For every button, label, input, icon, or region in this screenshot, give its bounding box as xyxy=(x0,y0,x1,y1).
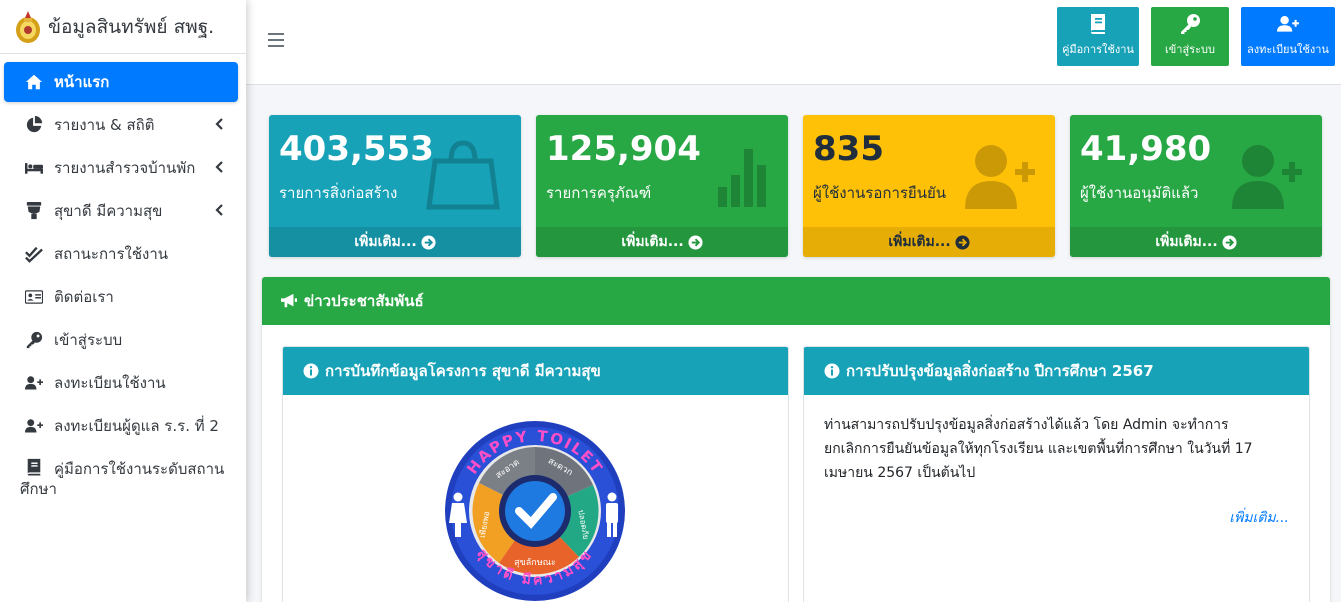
register-button[interactable]: ลงทะเบียนใช้งาน xyxy=(1241,7,1335,66)
stat-value: 41,980 xyxy=(1080,129,1212,169)
stat-box-buildings: 403,553 รายการสิ่งก่อสร้าง เพิ่มเติม... xyxy=(269,115,521,257)
sidebar-item-label: ลงทะเบียนผู้ดูแล ร.ร. ที่ 2 xyxy=(54,417,219,435)
brand[interactable]: ข้อมูลสินทรัพย์ สพฐ. xyxy=(0,0,246,54)
sidebar-item-register[interactable]: ลงทะเบียนใช้งาน xyxy=(4,363,238,403)
happy-toilet-logo[interactable]: HAPPY TOILET สุขาดี มีความสุข สะอาด สะดว… xyxy=(443,419,627,602)
sidebar-item-label: สุขาดี มีความสุข xyxy=(54,202,163,220)
news-card: ข่าวประชาสัมพันธ์ การบันทึกข้อมูลโครงการ… xyxy=(262,277,1330,602)
info-circle-icon xyxy=(303,363,319,379)
panel-header: การบันทึกข้อมูลโครงการ สุขาดี มีความสุข xyxy=(283,347,788,395)
chart-pie-icon xyxy=(24,115,44,135)
register-button-label: ลงทะเบียนใช้งาน xyxy=(1247,43,1329,56)
stat-more-label: เพิ่มเติม... xyxy=(621,234,684,250)
logo-segment-hygiene: สุขลักษณะ xyxy=(514,558,556,568)
sidebar-item-home[interactable]: หน้าแรก xyxy=(4,62,238,102)
key-icon xyxy=(1181,14,1200,34)
stat-box-approved-users: 41,980 ผู้ใช้งานอนุมัติแล้ว เพิ่มเติม... xyxy=(1070,115,1322,257)
sidebar-item-housing-survey[interactable]: รายงานสำรวจบ้านพัก xyxy=(4,148,238,188)
login-button[interactable]: เข้าสู่ระบบ xyxy=(1151,7,1229,66)
sidebar-item-label: ติดต่อเรา xyxy=(54,288,114,306)
chevron-left-icon xyxy=(215,204,223,216)
stat-more-label: เพิ่มเติม... xyxy=(1155,234,1218,250)
stat-label: ผู้ใช้งานอนุมัติแล้ว xyxy=(1080,184,1199,202)
book-icon xyxy=(24,457,44,477)
sidebar-nav: หน้าแรก รายงาน & สถิติ รายงานสำรวจบ้านพั… xyxy=(0,54,246,501)
bullhorn-icon xyxy=(281,293,297,308)
shopping-bag-icon xyxy=(426,140,500,210)
book-icon xyxy=(1091,14,1105,34)
top-header: คู่มือการใช้งาน เข้าสู่ระบบ ลงทะเบียนใช้… xyxy=(246,0,1341,85)
bed-icon xyxy=(24,158,44,178)
home-icon xyxy=(24,72,44,92)
panel-title: การบันทึกข้อมูลโครงการ สุขาดี มีความสุข xyxy=(325,362,601,380)
toilet-icon xyxy=(24,201,44,221)
stat-more-link[interactable]: เพิ่มเติม... xyxy=(1070,227,1322,257)
check-double-icon xyxy=(24,244,44,264)
obec-logo-icon xyxy=(16,10,40,43)
sidebar-item-happy-toilet[interactable]: สุขาดี มีความสุข xyxy=(4,191,238,231)
panel-body-line: ท่านสามารถปรับปรุงข้อมูลสิ่งก่อสร้างได้แ… xyxy=(824,417,1229,433)
key-icon xyxy=(24,330,44,350)
news-panel-building-update: การปรับปรุงข้อมูลสิ่งก่อสร้าง ปีการศึกษา… xyxy=(803,346,1310,602)
sidebar-item-label: รายงาน & สถิติ xyxy=(54,116,155,134)
bar-chart-icon xyxy=(718,149,766,207)
user-plus-icon xyxy=(1232,145,1302,209)
panel-header: การปรับปรุงข้อมูลสิ่งก่อสร้าง ปีการศึกษา… xyxy=(804,347,1309,395)
sidebar-item-register-admin[interactable]: ลงทะเบียนผู้ดูแล ร.ร. ที่ 2 xyxy=(4,406,238,446)
stat-label: รายการครุภัณฑ์ xyxy=(546,184,652,202)
user-plus-icon xyxy=(1277,15,1299,32)
stat-label: ผู้ใช้งานรอการยืนยัน xyxy=(813,184,947,202)
stat-more-link[interactable]: เพิ่มเติม... xyxy=(269,227,521,257)
sidebar-item-label: สถานะการใช้งาน xyxy=(54,245,169,263)
panel-body-line: เมษายน 2567 เป็นต้นไป xyxy=(824,465,976,481)
login-button-label: เข้าสู่ระบบ xyxy=(1165,43,1215,56)
sidebar-item-status[interactable]: สถานะการใช้งาน xyxy=(4,234,238,274)
chevron-left-icon xyxy=(215,118,223,130)
news-title: ข่าวประชาสัมพันธ์ xyxy=(304,292,424,310)
arrow-circle-right-icon xyxy=(421,234,436,250)
panel-body-line: ยกเลิกการยืนยันข้อมูลให้ทุกโรงเรียน และเ… xyxy=(824,441,1253,457)
panel-body: ท่านสามารถปรับปรุงข้อมูลสิ่งก่อสร้างได้แ… xyxy=(804,395,1309,485)
user-plus-icon xyxy=(24,373,44,393)
stat-value: 403,553 xyxy=(279,129,434,169)
manual-button-label: คู่มือการใช้งาน xyxy=(1062,43,1134,56)
arrow-circle-right-icon xyxy=(955,234,970,250)
sidebar-item-label: คู่มือการใช้งานระดับสถาน xyxy=(54,460,225,478)
sidebar-item-login[interactable]: เข้าสู่ระบบ xyxy=(4,320,238,360)
stat-value: 835 xyxy=(813,129,884,169)
sidebar-item-school-manual[interactable]: คู่มือการใช้งานระดับสถาน ศึกษา xyxy=(4,449,238,501)
panel-title: การปรับปรุงข้อมูลสิ่งก่อสร้าง ปีการศึกษา… xyxy=(846,362,1154,380)
stat-box-pending-users: 835 ผู้ใช้งานรอการยืนยัน เพิ่มเติม... xyxy=(803,115,1055,257)
stat-more-label: เพิ่มเติม... xyxy=(354,234,417,250)
manual-button[interactable]: คู่มือการใช้งาน xyxy=(1057,7,1139,66)
sidebar-item-reports[interactable]: รายงาน & สถิติ xyxy=(4,105,238,145)
sidebar-item-label-line2: ศึกษา xyxy=(20,480,57,498)
arrow-circle-right-icon xyxy=(1222,234,1237,250)
stat-value: 125,904 xyxy=(546,129,701,169)
sidebar-item-label: รายงานสำรวจบ้านพัก xyxy=(54,159,196,177)
stat-more-link[interactable]: เพิ่มเติม... xyxy=(803,227,1055,257)
address-card-icon xyxy=(24,287,44,307)
hamburger-menu-icon[interactable] xyxy=(268,33,284,47)
sidebar: ข้อมูลสินทรัพย์ สพฐ. หน้าแรก รายงาน & สถ… xyxy=(0,0,246,602)
news-header: ข่าวประชาสัมพันธ์ xyxy=(262,277,1330,325)
sidebar-item-label: เข้าสู่ระบบ xyxy=(54,331,123,349)
stat-more-label: เพิ่มเติม... xyxy=(888,234,951,250)
chevron-left-icon xyxy=(215,161,223,173)
sidebar-item-label: ลงทะเบียนใช้งาน xyxy=(54,374,166,392)
arrow-circle-right-icon xyxy=(688,234,703,250)
info-circle-icon xyxy=(824,363,840,379)
stat-box-equipment: 125,904 รายการครุภัณฑ์ เพิ่มเติม... xyxy=(536,115,788,257)
stat-label: รายการสิ่งก่อสร้าง xyxy=(279,184,398,202)
brand-title: ข้อมูลสินทรัพย์ สพฐ. xyxy=(48,15,215,38)
user-plus-icon xyxy=(24,416,44,436)
news-panel-happy-toilet: การบันทึกข้อมูลโครงการ สุขาดี มีความสุข xyxy=(282,346,789,602)
stat-more-link[interactable]: เพิ่มเติม... xyxy=(536,227,788,257)
sidebar-item-contact[interactable]: ติดต่อเรา xyxy=(4,277,238,317)
sidebar-item-label: หน้าแรก xyxy=(54,73,110,91)
user-plus-icon xyxy=(965,145,1035,209)
read-more-link[interactable]: เพิ่มเติม... xyxy=(1229,507,1289,529)
